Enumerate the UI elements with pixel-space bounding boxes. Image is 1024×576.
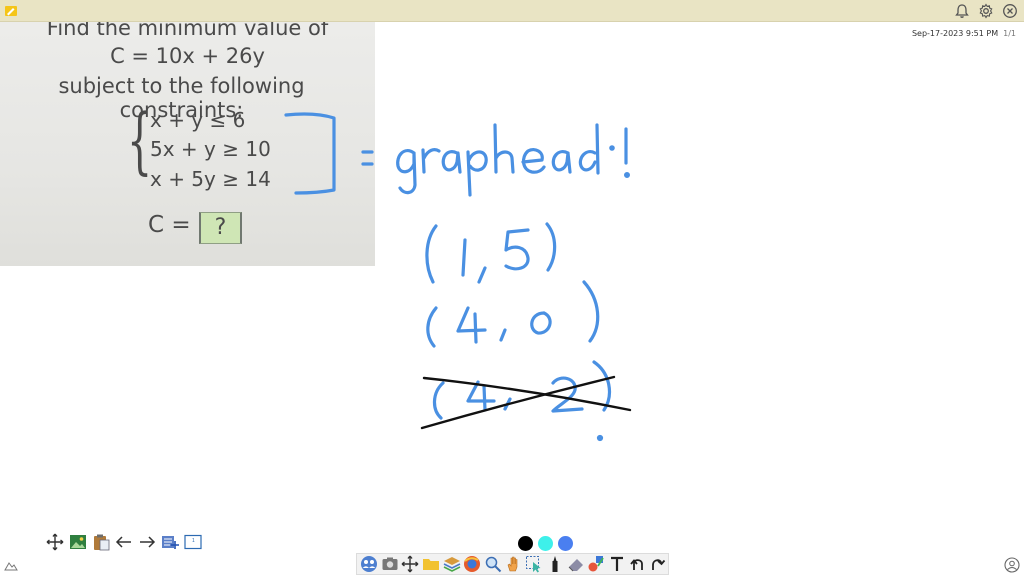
bell-icon[interactable] [954,3,970,19]
add-page-icon [161,536,179,549]
redo-button[interactable] [648,554,668,574]
drawing-toolbar [356,553,669,575]
paste-tool[interactable] [90,532,111,553]
page-thumbnail[interactable]: 1 [182,532,203,553]
browser-icon [464,556,481,572]
arrow-left-icon [115,536,131,548]
text-icon [610,556,623,571]
page-icon: 1 [183,534,202,550]
camera-tool[interactable] [380,554,400,574]
text-tool[interactable] [607,554,627,574]
objective-function: C = 10x + 26y [110,44,265,68]
constraint-1: x + y ≤ 6 [150,108,246,132]
whiteboard-app: Sep-17-2023 9:51 PM 1/1 Find the minimum … [0,0,1024,576]
ink-point-4-2 [432,360,612,420]
pencil-app-icon [5,6,17,16]
select-tool[interactable] [524,554,544,574]
answer-box: ? [199,212,242,244]
top-bar [0,0,1024,22]
color-cyan-swatch[interactable] [538,536,553,551]
ink-point-1-5 [425,222,557,284]
shapes-tool[interactable] [586,554,606,574]
open-file-tool[interactable] [421,554,441,574]
hand-icon [507,556,517,572]
timestamp-text: Sep-17-2023 9:51 PM [911,29,999,38]
move-icon [401,555,419,573]
layers-icon [443,557,460,572]
eraser-tool[interactable] [566,554,586,574]
select-icon [526,556,541,573]
folder-icon [422,559,439,570]
add-page-button[interactable] [159,532,180,553]
constraint-2: 5x + y ≥ 10 [150,137,271,161]
next-page-button[interactable] [136,532,157,553]
arrow-right-icon [139,536,155,548]
zoom-tool[interactable] [483,554,503,574]
participants-tool[interactable] [359,554,379,574]
gear-icon[interactable] [978,3,994,19]
marker-icon [552,556,558,572]
marker-tool[interactable] [545,554,565,574]
ink-cross-out [420,375,632,430]
page-toolbar: 1 [44,531,203,553]
image-icon [69,535,86,549]
constraint-3: x + 5y ≥ 14 [150,167,271,191]
move-icon [46,533,63,551]
camera-icon [382,557,397,570]
ink-word-graphed [396,123,628,197]
insert-image-tool[interactable] [67,532,88,553]
people-icon [360,556,377,572]
color-blue-swatch[interactable] [558,536,573,551]
color-black-swatch[interactable] [518,536,533,551]
close-icon[interactable] [1002,3,1018,19]
user-icon[interactable] [1004,557,1020,573]
undo-button[interactable] [628,554,648,574]
paste-icon [93,534,109,551]
ink-point-4-0 [426,280,600,348]
hand-tool[interactable] [504,554,524,574]
redo-icon [652,559,666,570]
svg-text:1: 1 [192,538,195,544]
move-tool-bottom[interactable] [400,554,420,574]
timestamp: Sep-17-2023 9:51 PM 1/1 [912,29,1016,38]
layers-tool[interactable] [442,554,462,574]
zoom-icon [485,556,502,573]
color-palette [518,536,573,551]
previous-page-button[interactable] [113,532,134,553]
shapes-icon [588,556,604,572]
problem-image[interactable]: Find the minimum value of C = 10x + 26y … [0,22,375,266]
browser-tool[interactable] [462,554,482,574]
page-indicator: 1/1 [1003,29,1016,38]
move-tool[interactable] [44,532,65,553]
undo-icon [629,559,643,570]
answer-prefix: C = [148,212,191,238]
eraser-icon [568,559,583,572]
problem-line-1: Find the minimum value of [46,22,329,40]
mountain-icon[interactable] [4,558,18,572]
constraint-brace: { [127,98,153,182]
